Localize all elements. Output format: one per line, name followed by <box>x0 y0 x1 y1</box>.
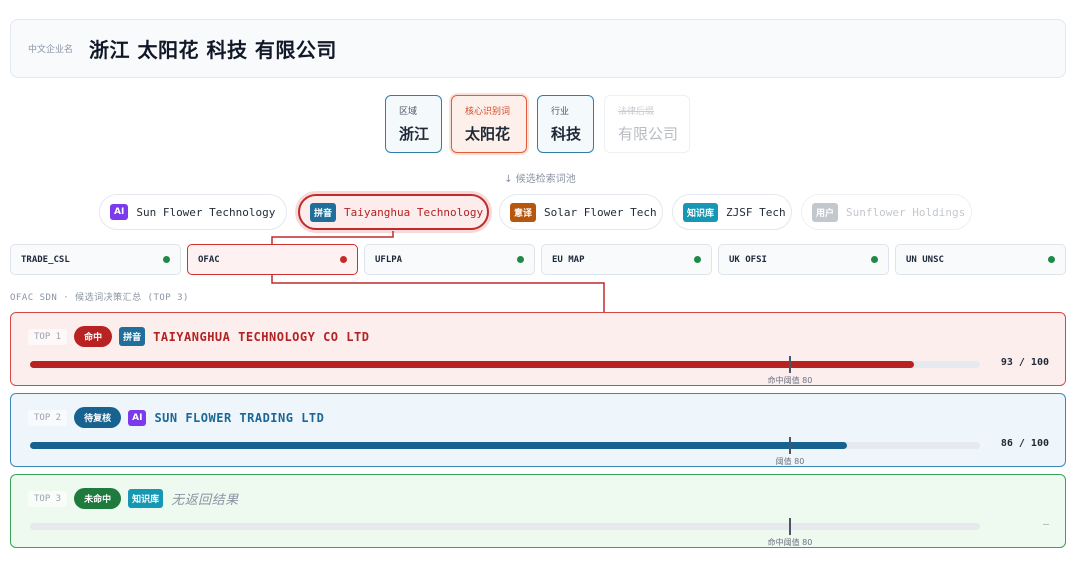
source-badge: AI <box>128 409 147 426</box>
result-header: TOP 1 命中 拼音 TAIYANGHUA TECHNOLOGY CO LTD <box>28 326 369 347</box>
token-label: 行业 <box>551 107 570 117</box>
source-badge: 知识库 <box>128 489 164 508</box>
match-name: TAIYANGHUA TECHNOLOGY CO LTD <box>153 329 370 344</box>
list-name: EU MAP <box>552 254 585 265</box>
results-caption: OFAC SDN · 候选词决策汇总 (TOP 3) <box>10 293 189 303</box>
list-eu-map[interactable]: EU MAP <box>541 244 712 275</box>
score-value: 93 / 100 <box>1000 357 1049 368</box>
list-name: TRADE_CSL <box>21 254 70 265</box>
source-badge: 知识库 <box>683 202 719 222</box>
status-dot-icon <box>1048 256 1055 263</box>
score-bar <box>30 356 980 373</box>
list-name: UFLPA <box>375 254 403 265</box>
match-name: 无返回结果 <box>171 493 239 508</box>
candidate-text: Sunflower Holdings <box>846 205 966 219</box>
score-bar-fill <box>30 442 847 449</box>
result-card-top3[interactable]: TOP 3 未命中 知识库 无返回结果 命中阈值 80 — <box>10 474 1066 548</box>
list-un-unsc[interactable]: UN UNSC <box>895 244 1066 275</box>
candidate-ai[interactable]: AI Sun Flower Technology <box>99 194 287 230</box>
list-ofac[interactable]: OFAC <box>187 244 358 275</box>
token-industry[interactable]: 行业 科技 <box>537 95 594 153</box>
source-badge: 意译 <box>510 202 537 222</box>
status-dot-icon <box>517 256 524 263</box>
score-value: — <box>1042 519 1049 530</box>
result-header: TOP 2 待复核 AI SUN FLOWER TRADING LTD <box>28 407 324 428</box>
result-card-top2[interactable]: TOP 2 待复核 AI SUN FLOWER TRADING LTD 阈值 8… <box>10 393 1066 467</box>
status-dot-icon <box>871 256 878 263</box>
threshold-label: 命中阈值 80 <box>767 538 813 547</box>
threshold-marker <box>789 356 791 373</box>
token-label: 法律后缀 <box>618 107 655 117</box>
candidate-text: Solar Flower Tech <box>544 205 657 219</box>
list-uk-ofsi[interactable]: UK OFSI <box>718 244 889 275</box>
candidate-text: ZJSF Tech <box>726 205 786 219</box>
company-name-label: 中文企业名 <box>28 45 74 55</box>
token-legal-suffix[interactable]: 法律后缀 有限公司 <box>604 95 690 153</box>
rank-label: TOP 1 <box>28 328 68 345</box>
token-value: 科技 <box>551 125 582 143</box>
status-badge: 未命中 <box>74 488 122 509</box>
rank-label: TOP 3 <box>28 490 68 507</box>
candidate-pool-caption: ↓ 候选检索词池 <box>504 174 576 185</box>
status-dot-icon <box>694 256 701 263</box>
connector-list-to-result <box>271 275 605 312</box>
score-value: 86 / 100 <box>1000 438 1049 449</box>
candidate-knowledge-base[interactable]: 知识库 ZJSF Tech <box>672 194 792 230</box>
candidate-translation[interactable]: 意译 Solar Flower Tech <box>499 194 663 230</box>
source-badge: 用户 <box>812 202 839 222</box>
status-badge: 命中 <box>74 326 113 347</box>
token-value: 太阳花 <box>465 125 511 143</box>
result-header: TOP 3 未命中 知识库 无返回结果 <box>28 488 239 509</box>
score-bar <box>30 437 980 454</box>
list-trade-csl[interactable]: TRADE_CSL <box>10 244 181 275</box>
token-core[interactable]: 核心识别词 太阳花 <box>451 95 527 153</box>
token-value: 浙江 <box>399 125 430 143</box>
source-badge: 拼音 <box>119 327 146 346</box>
token-label: 核心识别词 <box>465 107 511 117</box>
score-bar <box>30 518 980 535</box>
token-label: 区域 <box>399 107 418 117</box>
candidate-pinyin[interactable]: 拼音 Taiyanghua Technology <box>298 194 489 230</box>
threshold-label: 命中阈值 80 <box>767 376 813 385</box>
threshold-marker <box>789 437 791 454</box>
status-dot-icon <box>340 256 347 263</box>
score-bar-fill <box>30 361 914 368</box>
list-name: UN UNSC <box>906 254 944 265</box>
status-badge: 待复核 <box>74 407 122 428</box>
candidate-user[interactable]: 用户 Sunflower Holdings <box>801 194 972 230</box>
result-card-top1[interactable]: TOP 1 命中 拼音 TAIYANGHUA TECHNOLOGY CO LTD… <box>10 312 1066 386</box>
company-name-header: 中文企业名 浙江 太阳花 科技 有限公司 <box>10 19 1066 78</box>
candidate-text: Sun Flower Technology <box>136 205 276 219</box>
match-name: SUN FLOWER TRADING LTD <box>154 410 325 425</box>
list-name: OFAC <box>198 254 220 265</box>
rank-label: TOP 2 <box>28 409 68 426</box>
source-badge: 拼音 <box>310 202 337 222</box>
company-name: 浙江 太阳花 科技 有限公司 <box>89 38 337 62</box>
list-uflpa[interactable]: UFLPA <box>364 244 535 275</box>
threshold-label: 阈值 80 <box>775 457 805 466</box>
list-name: UK OFSI <box>729 254 767 265</box>
connector-candidate-to-list <box>271 231 394 244</box>
source-badge: AI <box>110 204 129 220</box>
status-dot-icon <box>163 256 170 263</box>
candidate-text: Taiyanghua Technology <box>344 205 484 219</box>
threshold-marker <box>789 518 791 535</box>
token-value: 有限公司 <box>618 125 679 143</box>
token-region[interactable]: 区域 浙江 <box>385 95 442 153</box>
